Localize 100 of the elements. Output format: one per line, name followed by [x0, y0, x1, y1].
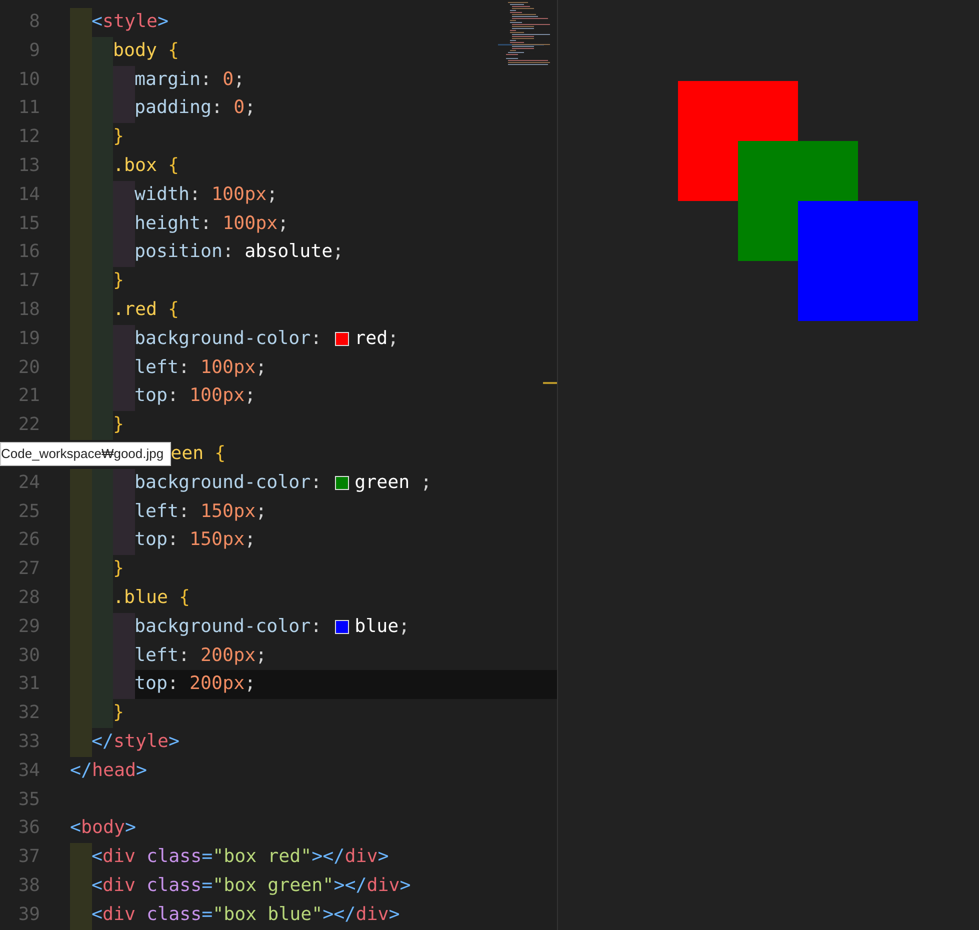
line-number: 10 [17, 68, 40, 92]
css-property: top [134, 672, 168, 696]
color-swatch[interactable] [334, 476, 349, 490]
code-punctuation: : [168, 384, 180, 408]
code-punctuation: ; [256, 500, 267, 524]
code-punctuation: ; [398, 614, 410, 639]
css-selector: .blue [113, 586, 168, 610]
css-number: 100px [212, 182, 267, 207]
code-punctuation: > [168, 730, 180, 754]
line-number: 25 [17, 500, 40, 524]
tooltip: Code_workspace₩good.jpg [0, 442, 171, 466]
line-number: 30 [17, 644, 40, 668]
css-selector: body [113, 38, 158, 63]
tag-name: div [102, 874, 136, 898]
code-punctuation: > [158, 10, 169, 34]
line-number: 29 [17, 614, 40, 639]
line-number: 9 [28, 38, 40, 63]
code-punctuation: ; [234, 68, 245, 92]
line-number: 21 [17, 384, 40, 408]
css-selector: een [170, 442, 204, 466]
code-punctuation: < [92, 874, 103, 898]
code-punctuation: < [92, 845, 103, 870]
code-punctuation: = [202, 845, 213, 870]
line-number: 19 [17, 326, 40, 351]
line-number: 24 [17, 470, 40, 495]
code-punctuation: : [310, 614, 323, 639]
line-number: 39 [17, 902, 40, 927]
line-number: 36 [17, 816, 40, 840]
tag-name: style [114, 730, 169, 754]
css-property: width [134, 182, 190, 207]
code-punctuation: : [190, 182, 202, 207]
css-number: 100px [200, 356, 256, 380]
line-number: 26 [17, 528, 40, 552]
code-punctuation: ; [244, 384, 256, 408]
attribute-string: "box blue" [212, 902, 323, 927]
attribute-string: "box red" [212, 845, 312, 870]
code-punctuation: < [70, 816, 82, 840]
code-punctuation: ; [244, 672, 256, 696]
color-swatch[interactable] [334, 332, 349, 346]
tag-name: div [344, 845, 378, 870]
code-punctuation: < [92, 902, 103, 927]
code-punctuation: : [168, 672, 180, 696]
code-punctuation: > [388, 902, 400, 927]
css-property: top [134, 528, 168, 552]
css-number: 100px [190, 384, 245, 408]
attribute-string: "box green" [212, 874, 334, 898]
line-number: 22 [17, 413, 40, 438]
code-punctuation: ; [244, 96, 256, 120]
code-punctuation: : [178, 356, 191, 380]
code-punctuation: ; [256, 644, 267, 668]
line-number: 12 [17, 125, 40, 150]
code-punctuation: > [136, 758, 148, 783]
code-punctuation: > [378, 845, 389, 870]
css-value: absolute [244, 240, 333, 264]
line-number: 35 [17, 788, 40, 812]
code-punctuation: ; [420, 470, 432, 495]
code-brace: } [113, 413, 124, 438]
code-punctuation: : [178, 500, 191, 524]
line-number: 34 [17, 758, 40, 783]
code-brace: } [113, 557, 124, 582]
css-property: background-color [134, 614, 311, 639]
line-number: 15 [17, 212, 40, 236]
css-number: 150px [190, 528, 245, 552]
line-number: 27 [17, 557, 40, 582]
code-punctuation: </ [92, 730, 114, 754]
tag-name: div [102, 902, 136, 927]
css-property: margin [134, 68, 201, 92]
code-brace: } [113, 269, 124, 294]
code-punctuation: : [310, 470, 323, 495]
css-property: height [134, 212, 201, 236]
code-punctuation: ; [256, 356, 267, 380]
attribute-name: class [146, 902, 202, 927]
line-number: 28 [17, 586, 40, 610]
css-selector: .box [113, 154, 158, 178]
css-number: 100px [222, 212, 278, 236]
css-selector: .red [113, 298, 158, 322]
line-number: 14 [17, 182, 40, 207]
code-punctuation: = [202, 902, 213, 927]
tag-name: div [356, 902, 389, 927]
code-editor[interactable] [0, 0, 558, 930]
css-value: green [354, 470, 410, 495]
code-punctuation: ; [266, 182, 278, 207]
line-number: 18 [17, 298, 40, 322]
css-number: 200px [200, 644, 256, 668]
indent-guide [113, 670, 134, 700]
code-punctuation: < [92, 10, 103, 34]
code-brace: { [167, 38, 180, 63]
code-punctuation: ; [278, 212, 289, 236]
css-number: 0 [222, 68, 234, 92]
code-punctuation: : [178, 644, 191, 668]
line-number: 31 [17, 672, 40, 696]
code-punctuation: ></ [334, 874, 367, 898]
code-punctuation: ; [332, 240, 344, 264]
css-property: background-color [134, 326, 311, 351]
scrollbar-marker [543, 382, 557, 384]
color-swatch[interactable] [334, 620, 349, 634]
css-property: background-color [134, 470, 311, 495]
code-punctuation: ; [244, 528, 256, 552]
css-property: position [134, 240, 223, 264]
tag-name: style [102, 10, 158, 34]
